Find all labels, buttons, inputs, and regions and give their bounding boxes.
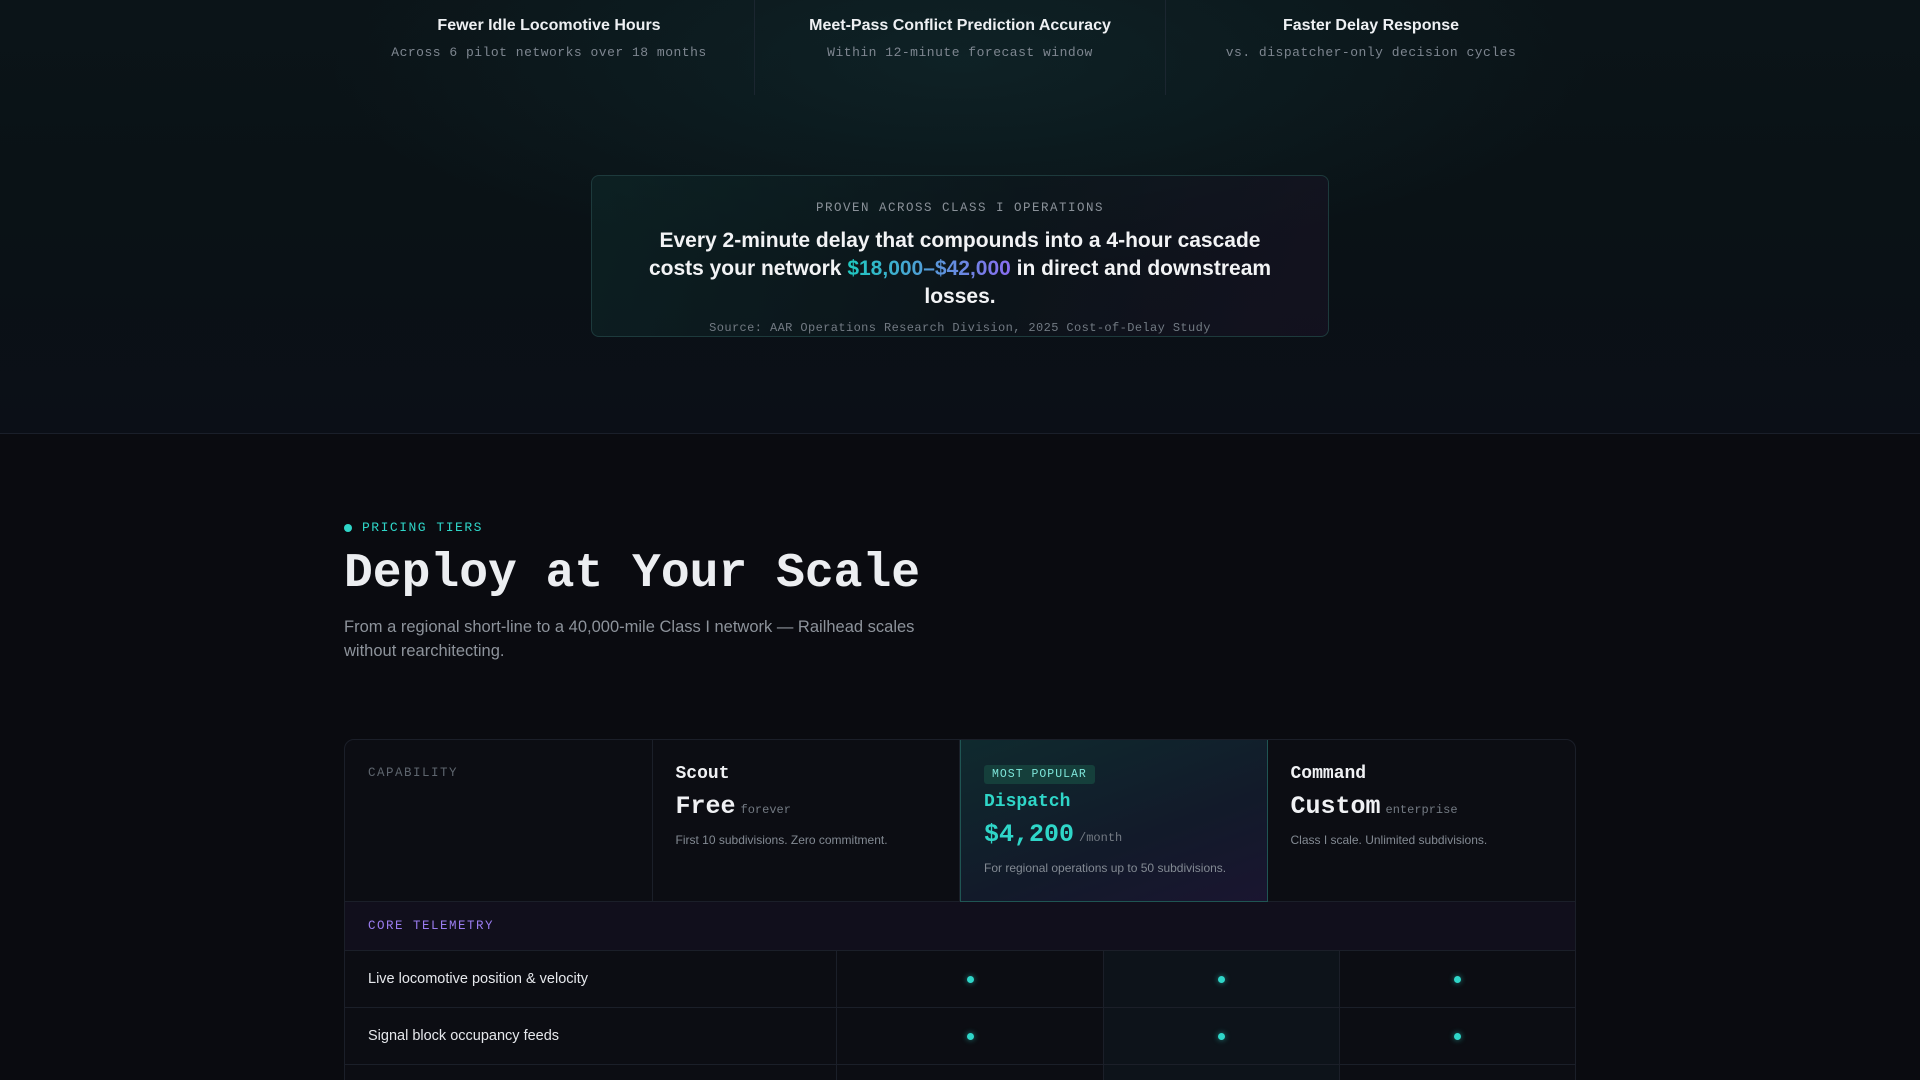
scout-cell: [837, 951, 1104, 1007]
tier-header-row: CAPABILITY Scout Free forever First 10 s…: [345, 740, 1575, 902]
tier-name: Dispatch: [984, 792, 1071, 812]
price-value: $4,200: [984, 820, 1075, 849]
price-unit: forever: [740, 803, 791, 817]
proof-statement: Every 2-minute delay that compounds into…: [630, 227, 1290, 311]
price-unit: enterprise: [1385, 803, 1458, 817]
tier-price: Custom enterprise: [1291, 792, 1553, 821]
dispatch-cell: [1104, 1065, 1340, 1080]
feature-label: Live locomotive position & velocity: [345, 951, 837, 1007]
metrics-band: Fewer Idle Locomotive Hours Across 6 pil…: [0, 0, 1920, 434]
table-row: [345, 1065, 1575, 1080]
capability-column-header: CAPABILITY: [345, 740, 653, 901]
stat-title: Fewer Idle Locomotive Hours: [437, 17, 661, 34]
proof-eyebrow: PROVEN ACROSS CLASS I OPERATIONS: [815, 201, 1105, 215]
tier-scout[interactable]: Scout Free forever First 10 subdivisions…: [653, 740, 960, 901]
tier-name: Scout: [675, 764, 730, 784]
stat-subtitle: Within 12-minute forecast window: [827, 45, 1093, 60]
tier-dispatch[interactable]: MOST POPULAR Dispatch $4,200 /month For …: [960, 740, 1268, 902]
dispatch-cell: [1104, 951, 1340, 1007]
tier-description: For regional operations up to 50 subdivi…: [984, 861, 1227, 875]
tier-name: Command: [1290, 764, 1367, 784]
tier-description: First 10 subdivisions. Zero commitment.: [675, 833, 888, 847]
proof-cost-range: $18,000–$42,000: [847, 257, 1011, 280]
command-cell: [1340, 1065, 1575, 1080]
stat-title: Faster Delay Response: [1282, 17, 1460, 34]
command-cell: [1340, 951, 1575, 1007]
included-dot-icon: [966, 975, 974, 983]
pricing-table: CAPABILITY Scout Free forever First 10 s…: [344, 739, 1576, 1080]
included-dot-icon: [966, 1032, 974, 1040]
stat-subtitle: vs. dispatcher-only decision cycles: [1225, 45, 1517, 60]
included-dot-icon: [1454, 975, 1461, 983]
tier-price: Free forever: [676, 792, 937, 821]
table-row: Signal block occupancy feeds: [345, 1008, 1575, 1065]
pricing-header: PRICING TIERS Deploy at Your Scale From …: [344, 520, 1576, 663]
scout-cell: [837, 1008, 1104, 1064]
page-title: Deploy at Your Scale: [344, 547, 921, 601]
feature-label: [345, 1065, 837, 1080]
stat-idle-hours: Fewer Idle Locomotive Hours Across 6 pil…: [344, 0, 755, 95]
feature-label: Signal block occupancy feeds: [345, 1008, 837, 1064]
proof-callout: PROVEN ACROSS CLASS I OPERATIONS Every 2…: [591, 175, 1329, 337]
command-cell: [1340, 1008, 1575, 1064]
stat-title: Meet-Pass Conflict Prediction Accuracy: [809, 17, 1111, 34]
dot-icon: [344, 523, 352, 532]
included-dot-icon: [1454, 1032, 1461, 1040]
tier-command[interactable]: Command Custom enterprise Class I scale.…: [1268, 740, 1576, 901]
stats-row: Fewer Idle Locomotive Hours Across 6 pil…: [344, 0, 1576, 95]
dispatch-cell: [1104, 1008, 1340, 1064]
stat-prediction-accuracy: Meet-Pass Conflict Prediction Accuracy W…: [755, 0, 1166, 95]
pricing-eyebrow-label: PRICING TIERS: [362, 520, 483, 535]
price-unit: /month: [1079, 831, 1123, 845]
capability-label: CAPABILITY: [368, 766, 459, 780]
proof-source: Source: AAR Operations Research Division…: [709, 321, 1211, 335]
stat-delay-response: Faster Delay Response vs. dispatcher-onl…: [1166, 0, 1576, 95]
price-value: Free: [675, 792, 736, 821]
included-dot-icon: [1218, 975, 1225, 983]
pricing-eyebrow: PRICING TIERS: [344, 520, 1576, 535]
included-dot-icon: [1218, 1032, 1225, 1040]
table-row: Live locomotive position & velocity: [345, 951, 1575, 1008]
tier-price: $4,200 /month: [984, 820, 1244, 849]
scout-cell: [837, 1065, 1104, 1080]
most-popular-badge: MOST POPULAR: [984, 765, 1095, 784]
price-value: Custom: [1290, 792, 1381, 821]
section-core-telemetry: CORE TELEMETRY: [345, 902, 1575, 951]
tier-description: Class I scale. Unlimited subdivisions.: [1290, 833, 1488, 847]
pricing-lede: From a regional short-line to a 40,000-m…: [344, 618, 915, 660]
stat-subtitle: Across 6 pilot networks over 18 months: [391, 45, 707, 60]
